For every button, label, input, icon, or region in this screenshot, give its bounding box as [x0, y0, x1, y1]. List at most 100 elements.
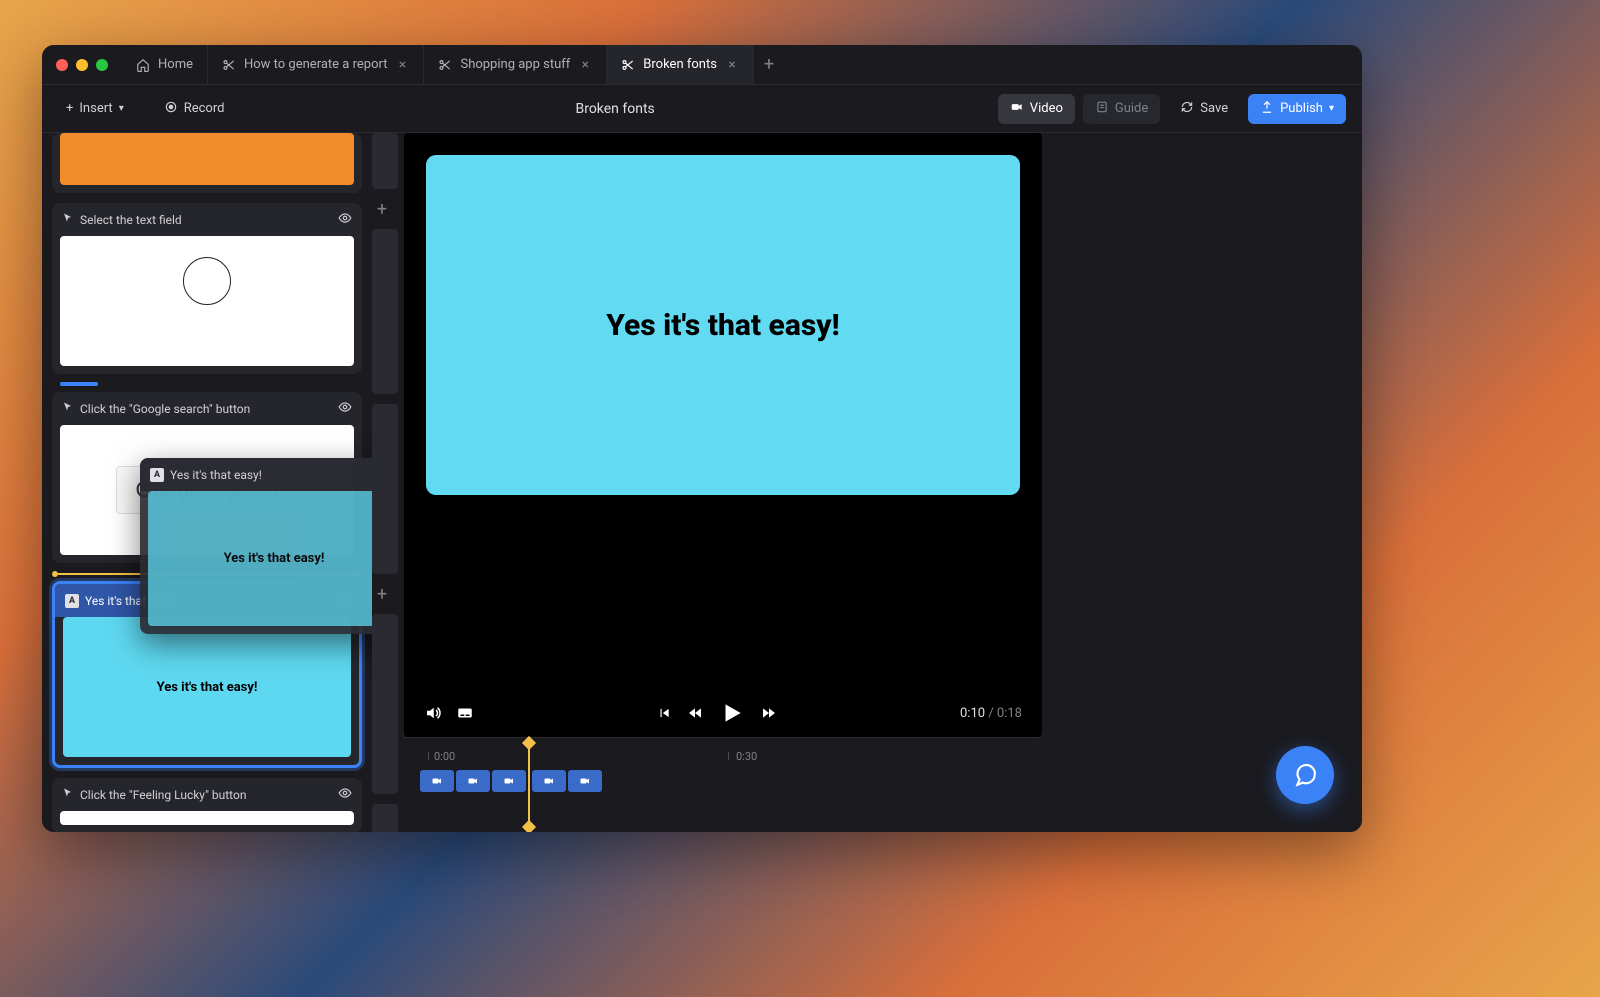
publish-label: Publish [1280, 101, 1323, 116]
insert-button[interactable]: + Insert ▾ [58, 95, 132, 122]
tab-how-to-generate-report[interactable]: How to generate a report × [208, 45, 424, 84]
eye-icon[interactable] [338, 786, 352, 803]
track-segment[interactable] [372, 614, 398, 794]
tab-label: Home [158, 57, 193, 72]
clip[interactable] [456, 770, 490, 792]
play-button[interactable] [719, 700, 745, 726]
video-label: Video [1030, 101, 1063, 116]
chevron-down-icon: ▾ [119, 103, 124, 114]
clip[interactable] [492, 770, 526, 792]
save-label: Save [1200, 101, 1228, 116]
fast-forward-button[interactable] [761, 705, 777, 721]
close-tab-icon[interactable]: × [578, 58, 592, 72]
maximize-window-icon[interactable] [96, 59, 108, 71]
preview-area: Yes it's that easy! [404, 133, 1362, 832]
record-label: Record [184, 101, 225, 116]
minimize-window-icon[interactable] [76, 59, 88, 71]
scissors-icon [438, 58, 452, 72]
close-tab-icon[interactable]: × [395, 58, 409, 72]
add-step-button[interactable]: + [372, 199, 392, 219]
step-title: Click the "Feeling Lucky" button [80, 788, 246, 802]
insert-label: Insert [79, 101, 112, 116]
text-slide-icon: A [65, 594, 79, 608]
video-slide: Yes it's that easy! [426, 155, 1020, 495]
clip[interactable] [568, 770, 602, 792]
chevron-down-icon: ▾ [1329, 103, 1334, 114]
step-title: Yes it's that easy! [170, 468, 262, 482]
help-chat-button[interactable] [1276, 746, 1334, 804]
thumbnail: Yes it's that easy! [148, 491, 372, 626]
record-icon [164, 100, 178, 118]
step-item-select-text-field[interactable]: Select the text field [52, 203, 362, 374]
timeline-clips [420, 770, 1026, 792]
record-button[interactable]: Record [156, 94, 233, 124]
document-icon [1095, 100, 1109, 118]
publish-button[interactable]: Publish ▾ [1248, 94, 1346, 124]
time-mark-30: 0:30 [736, 750, 757, 763]
tab-label: Broken fonts [643, 57, 717, 72]
thumbnail-orange [60, 133, 354, 185]
close-tab-icon[interactable]: × [725, 58, 739, 72]
tab-shopping-app-stuff[interactable]: Shopping app stuff × [424, 45, 607, 84]
add-step-button[interactable]: + [372, 584, 392, 604]
toolbar: + Insert ▾ Record Broken fonts Video [42, 85, 1362, 133]
total-time: 0:18 [997, 706, 1022, 721]
step-item-partial[interactable] [52, 133, 362, 193]
current-time: 0:10 [960, 706, 985, 721]
tab-home[interactable]: Home [122, 45, 208, 84]
eye-icon[interactable] [338, 211, 352, 228]
thumbnail [60, 811, 354, 825]
steps-sidebar: Select the text field [42, 133, 372, 832]
cursor-icon [62, 212, 74, 227]
clip[interactable] [420, 770, 454, 792]
step-item-feeling-lucky[interactable]: Click the "Feeling Lucky" button [52, 778, 362, 832]
cursor-icon [62, 787, 74, 802]
plus-icon: + [66, 101, 73, 116]
guide-label: Guide [1115, 101, 1148, 116]
track-segment[interactable] [372, 133, 398, 189]
dragging-step-item[interactable]: A Yes it's that easy! Yes it's that easy… [140, 458, 372, 634]
scissors-icon [621, 58, 635, 72]
share-icon [1260, 100, 1274, 118]
cursor-icon [62, 401, 74, 416]
rewind-button[interactable] [687, 705, 703, 721]
home-icon [136, 58, 150, 72]
thumbnail [60, 236, 354, 366]
thumbnail: Yes it's that easy! [63, 617, 351, 757]
track-segment[interactable] [372, 404, 398, 574]
step-title: Click the "Google search" button [80, 402, 250, 416]
window-controls [42, 59, 122, 71]
timeline[interactable]: 0:00 0:30 [404, 737, 1042, 832]
captions-button[interactable] [456, 704, 474, 722]
step-title: Select the text field [80, 213, 182, 227]
app-window: Home How to generate a report × Shopping… [42, 45, 1362, 832]
thumbnail-text: Yes it's that easy! [157, 680, 258, 695]
video-mode-button[interactable]: Video [998, 94, 1075, 124]
volume-button[interactable] [424, 704, 442, 722]
tab-label: How to generate a report [244, 57, 387, 72]
video-controls: 0:10 / 0:18 [404, 689, 1042, 737]
save-button[interactable]: Save [1168, 94, 1240, 124]
text-slide-icon: A [150, 468, 164, 482]
time-mark-0: 0:00 [434, 750, 455, 763]
guide-mode-button[interactable]: Guide [1083, 94, 1160, 124]
clip[interactable] [532, 770, 566, 792]
eye-icon[interactable] [338, 400, 352, 417]
track-column: + + [372, 133, 404, 832]
video-icon [1010, 100, 1024, 118]
tab-label: Shopping app stuff [460, 57, 570, 72]
thumbnail-text: Yes it's that easy! [224, 551, 325, 566]
tab-broken-fonts[interactable]: Broken fonts × [607, 45, 754, 84]
add-tab-button[interactable]: + [754, 45, 784, 84]
close-window-icon[interactable] [56, 59, 68, 71]
track-segment[interactable] [372, 229, 398, 394]
cursor-target-icon [183, 257, 231, 305]
sync-icon [1180, 100, 1194, 118]
document-title[interactable]: Broken fonts [575, 101, 654, 117]
titlebar: Home How to generate a report × Shopping… [42, 45, 1362, 85]
playhead[interactable] [528, 742, 530, 828]
timeline-ruler: 0:00 0:30 [420, 746, 1026, 766]
scissors-icon [222, 58, 236, 72]
track-segment[interactable] [372, 804, 398, 832]
skip-back-button[interactable] [657, 706, 671, 720]
